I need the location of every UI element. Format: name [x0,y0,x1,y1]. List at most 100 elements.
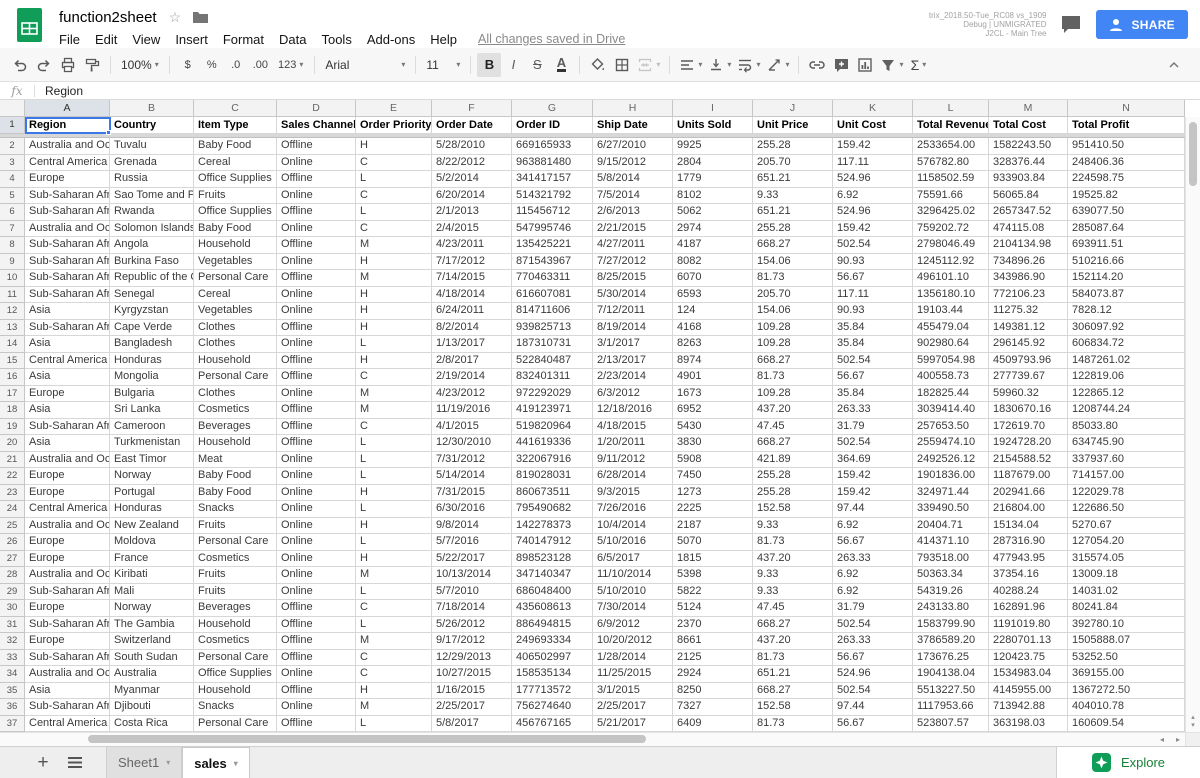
row-header-29[interactable]: 29 [0,584,25,601]
cell-N11[interactable]: 584073.87 [1068,287,1185,304]
row-header-20[interactable]: 20 [0,435,25,452]
cell-M5[interactable]: 56065.84 [989,188,1068,205]
row-header-19[interactable]: 19 [0,419,25,436]
row-header-30[interactable]: 30 [0,600,25,617]
cell-N7[interactable]: 285087.64 [1068,221,1185,238]
explore-button[interactable]: Explore [1056,747,1200,778]
cell-L6[interactable]: 3296425.02 [913,204,989,221]
cell-L28[interactable]: 50363.34 [913,567,989,584]
cell-G34[interactable]: 158535134 [512,666,593,683]
cell-E10[interactable]: M [356,270,432,287]
cell-K3[interactable]: 117.11 [833,155,913,172]
cell-A4[interactable]: Europe [25,171,110,188]
cell-A22[interactable]: Europe [25,468,110,485]
strikethrough-button[interactable]: S [525,53,549,77]
cell-I28[interactable]: 5398 [673,567,753,584]
cell-N33[interactable]: 53252.50 [1068,650,1185,667]
cell-N21[interactable]: 337937.60 [1068,452,1185,469]
cell-D34[interactable]: Online [277,666,356,683]
cell-J17[interactable]: 109.28 [753,386,833,403]
cell-E20[interactable]: L [356,435,432,452]
cell-J21[interactable]: 421.89 [753,452,833,469]
cell-J10[interactable]: 81.73 [753,270,833,287]
cell-M37[interactable]: 363198.03 [989,716,1068,733]
cell-G31[interactable]: 886494815 [512,617,593,634]
cell-G18[interactable]: 419123971 [512,402,593,419]
cell-J31[interactable]: 668.27 [753,617,833,634]
cell-F13[interactable]: 8/2/2014 [432,320,512,337]
cell-M6[interactable]: 2657347.52 [989,204,1068,221]
cell-C25[interactable]: Fruits [194,518,277,535]
cell-N26[interactable]: 127054.20 [1068,534,1185,551]
row-header-23[interactable]: 23 [0,485,25,502]
cell-D26[interactable]: Online [277,534,356,551]
cell-D22[interactable]: Online [277,468,356,485]
scroll-right-icon[interactable]: ▸ [1176,735,1180,744]
row-header-17[interactable]: 17 [0,386,25,403]
cell-G22[interactable]: 819028031 [512,468,593,485]
cell-A2[interactable]: Australia and Oc [25,138,110,155]
cell-E34[interactable]: C [356,666,432,683]
cell-F3[interactable]: 8/22/2012 [432,155,512,172]
cell-N29[interactable]: 14031.02 [1068,584,1185,601]
comments-button[interactable] [1060,15,1082,35]
column-header-E[interactable]: E [356,100,432,117]
formula-input[interactable]: Region [35,84,83,98]
cell-N34[interactable]: 369155.00 [1068,666,1185,683]
cell-F34[interactable]: 10/27/2015 [432,666,512,683]
cell-G2[interactable]: 669165933 [512,138,593,155]
cell-L13[interactable]: 455479.04 [913,320,989,337]
cell-J12[interactable]: 154.06 [753,303,833,320]
cell-L14[interactable]: 902980.64 [913,336,989,353]
save-status-link[interactable]: All changes saved in Drive [478,32,625,46]
cell-F4[interactable]: 5/2/2014 [432,171,512,188]
font-size-select[interactable]: 11 ▾ [422,53,464,77]
cell-F18[interactable]: 11/19/2016 [432,402,512,419]
cell-L15[interactable]: 5997054.98 [913,353,989,370]
cell-H26[interactable]: 5/10/2016 [593,534,673,551]
cell-C4[interactable]: Office Supplies [194,171,277,188]
row-header-25[interactable]: 25 [0,518,25,535]
cell-H27[interactable]: 6/5/2017 [593,551,673,568]
cell-J22[interactable]: 255.28 [753,468,833,485]
cell-I23[interactable]: 1273 [673,485,753,502]
cell-I8[interactable]: 4187 [673,237,753,254]
cell-D36[interactable]: Online [277,699,356,716]
cell-J14[interactable]: 109.28 [753,336,833,353]
cell-D6[interactable]: Offline [277,204,356,221]
cell-C31[interactable]: Household [194,617,277,634]
menu-edit[interactable]: Edit [95,32,117,47]
cell-G37[interactable]: 456767165 [512,716,593,733]
cell-K32[interactable]: 263.33 [833,633,913,650]
cell-F14[interactable]: 1/13/2017 [432,336,512,353]
cell-K17[interactable]: 35.84 [833,386,913,403]
menu-format[interactable]: Format [223,32,264,47]
cell-C33[interactable]: Personal Care [194,650,277,667]
cell-D27[interactable]: Online [277,551,356,568]
cell-I32[interactable]: 8661 [673,633,753,650]
bold-button[interactable]: B [477,53,501,77]
menu-insert[interactable]: Insert [175,32,208,47]
cell-L16[interactable]: 400558.73 [913,369,989,386]
cell-E13[interactable]: H [356,320,432,337]
cell-E29[interactable]: L [356,584,432,601]
cell-C18[interactable]: Cosmetics [194,402,277,419]
cell-J23[interactable]: 255.28 [753,485,833,502]
row-header-13[interactable]: 13 [0,320,25,337]
cell-A31[interactable]: Sub-Saharan Afr [25,617,110,634]
cell-I16[interactable]: 4901 [673,369,753,386]
cell-I21[interactable]: 5908 [673,452,753,469]
cell-N12[interactable]: 7828.12 [1068,303,1185,320]
cell-N23[interactable]: 122029.78 [1068,485,1185,502]
cell-E22[interactable]: L [356,468,432,485]
cell-F33[interactable]: 12/29/2013 [432,650,512,667]
column-header-H[interactable]: H [593,100,673,117]
cell-N30[interactable]: 80241.84 [1068,600,1185,617]
cell-K19[interactable]: 31.79 [833,419,913,436]
cell-A26[interactable]: Europe [25,534,110,551]
column-header-K[interactable]: K [833,100,913,117]
row-header-24[interactable]: 24 [0,501,25,518]
cell-L23[interactable]: 324971.44 [913,485,989,502]
cell-E11[interactable]: H [356,287,432,304]
cell-D1[interactable]: Sales Channel [277,117,356,134]
